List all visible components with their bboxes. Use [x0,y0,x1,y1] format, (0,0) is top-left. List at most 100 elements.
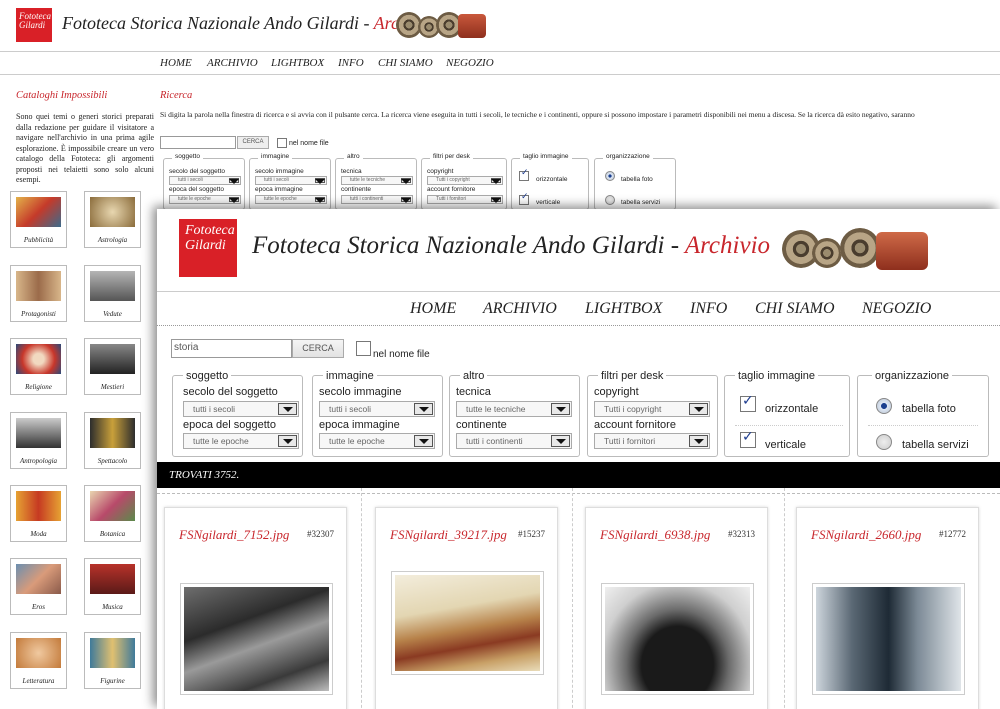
category-letteratura[interactable]: Letteratura [10,632,67,689]
result-id: #12772 [939,529,966,539]
checkbox-orizzontale[interactable] [519,168,529,181]
search-description: Si digita la parola nella finestra di ri… [160,110,915,119]
radio-tabella-servizi[interactable] [605,195,615,205]
filename-checkbox[interactable] [277,138,287,148]
category-moda[interactable]: Moda [10,485,67,542]
select-copyright[interactable]: Tutti i copyright [427,176,503,185]
category-musica[interactable]: Musica [84,558,141,615]
fieldset-altro: altro tecnica tutte le tecniche continen… [449,370,580,457]
filename-label: nel nome file [289,140,329,147]
select-epoca-immagine[interactable]: tutte le epoche [319,433,435,449]
result-filename[interactable]: FSNgilardi_2660.jpg [811,527,921,543]
nav-info[interactable]: INFO [338,57,364,69]
site-title-archive: Archivio [684,232,771,259]
category-botanica[interactable]: Botanica [84,485,141,542]
nav-archivio[interactable]: ARCHIVIO [207,57,258,69]
results-count: TROVATI 3752. [169,469,240,481]
select-epoca-immagine[interactable]: tutte le epoche [255,195,327,204]
select-secolo-immagine[interactable]: tutti i secoli [255,176,327,185]
search-button[interactable]: CERCA [292,339,344,358]
select-fornitore[interactable]: Tutti i fornitori [594,433,710,449]
select-continente[interactable]: tutti i continenti [341,195,413,204]
nav-archivio[interactable]: ARCHIVIO [483,300,557,318]
category-astrologia[interactable]: Astrologia [84,191,141,248]
foreground-page: Fototeca Gilardi Fototeca Storica Nazion… [157,209,1000,709]
select-tecnica[interactable]: tutte le tecniche [456,401,572,417]
search-input[interactable] [160,136,236,149]
site-title: Fototeca Storica Nazionale Ando Gilardi … [62,13,435,34]
select-copyright[interactable]: Tutti i copyright [594,401,710,417]
nav-divider [157,325,1000,326]
logo-line-1: Fototeca [185,223,235,238]
result-card[interactable]: FSNgilardi_6938.jpg #32313 [585,507,768,709]
nav-chi-siamo[interactable]: CHI SIAMO [755,300,835,318]
filename-checkbox[interactable] [356,341,371,356]
result-card[interactable]: FSNgilardi_7152.jpg #32307 [164,507,347,709]
fieldset-taglio: taglio immagine orizzontale verticale [511,153,589,210]
result-thumbnail[interactable] [180,583,333,695]
category-protagonisti[interactable]: Protagonisti [10,265,67,322]
select-tecnica[interactable]: tutte le tecniche [341,176,413,185]
fieldset-soggetto: soggetto secolo del soggetto tutti i sec… [172,370,303,457]
header-divider [0,51,1000,52]
select-fornitore[interactable]: Tutti i fornitori [427,195,503,204]
category-figurine[interactable]: Figurine [84,632,141,689]
category-mestieri[interactable]: Mestieri [84,338,141,395]
result-thumbnail[interactable] [812,583,965,695]
search-button[interactable]: CERCA [237,136,269,149]
fieldset-altro: altro tecnica tutte le tecniche continen… [335,153,417,210]
result-filename[interactable]: FSNgilardi_6938.jpg [600,527,710,543]
result-id: #32313 [728,529,755,539]
category-religione[interactable]: Religione [10,338,67,395]
result-card[interactable]: FSNgilardi_2660.jpg #12772 [796,507,979,709]
fieldset-taglio: taglio immagine orizzontale verticale [724,370,850,457]
fieldset-organizzazione: organizzazione tabella foto tabella serv… [594,153,676,210]
radio-tabella-servizi[interactable] [876,434,892,450]
select-secolo-soggetto[interactable]: tutti i secoli [169,176,241,185]
select-epoca-soggetto[interactable]: tutte le epoche [169,195,241,204]
radio-tabella-foto[interactable] [876,398,892,414]
nav-negozio[interactable]: NEGOZIO [862,300,931,318]
sidebar-title: Cataloghi Impossibili [16,90,108,101]
result-id: #15237 [518,529,545,539]
nav-negozio[interactable]: NEGOZIO [446,57,494,69]
nav-lightbox[interactable]: LIGHTBOX [585,300,662,318]
fieldset-filtri-desk: filtri per desk copyright Tutti i copyri… [421,153,507,210]
result-thumbnail[interactable] [391,571,544,675]
film-reels-image [396,8,488,40]
select-continente[interactable]: tutti i continenti [456,433,572,449]
result-filename[interactable]: FSNgilardi_7152.jpg [179,527,289,543]
nav-info[interactable]: INFO [690,300,727,318]
logo-line-2: Gilardi [185,237,226,253]
search-input[interactable]: storia [171,339,292,358]
radio-tabella-foto[interactable] [605,171,615,181]
checkbox-verticale[interactable] [740,429,756,448]
checkbox-verticale[interactable] [519,192,529,205]
results-bar [157,462,1000,488]
nav-home[interactable]: HOME [160,57,192,69]
category-pubblicita[interactable]: Pubblicità [10,191,67,248]
nav-lightbox[interactable]: LIGHTBOX [271,57,324,69]
nav-chi-siamo[interactable]: CHI SIAMO [378,57,433,69]
select-secolo-immagine[interactable]: tutti i secoli [319,401,435,417]
result-filename[interactable]: FSNgilardi_39217.jpg [390,527,507,543]
category-vedute[interactable]: Vedute [84,265,141,322]
logo-line-2: Gilardi [19,20,46,31]
filename-label: nel nome file [373,349,430,360]
checkbox-orizzontale[interactable] [740,393,756,412]
site-title-main: Fototeca Storica Nazionale Ando Gilardi [252,232,665,259]
site-title: Fototeca Storica Nazionale Ando Gilardi … [252,232,771,259]
select-secolo-soggetto[interactable]: tutti i secoli [183,401,299,417]
result-thumbnail[interactable] [601,583,754,695]
logo[interactable]: Fototeca Gilardi [179,219,237,277]
fieldset-filtri-desk: filtri per desk copyright Tutti i copyri… [587,370,718,457]
category-spettacolo[interactable]: Spettacolo [84,412,141,469]
result-card[interactable]: FSNgilardi_39217.jpg #15237 [375,507,558,709]
logo[interactable]: Fototeca Gilardi [16,8,52,42]
film-reels-image [782,224,932,274]
select-epoca-soggetto[interactable]: tutte le epoche [183,433,299,449]
nav-home[interactable]: HOME [410,300,456,318]
category-eros[interactable]: Eros [10,558,67,615]
result-id: #32307 [307,529,334,539]
category-antropologia[interactable]: Antropologia [10,412,67,469]
